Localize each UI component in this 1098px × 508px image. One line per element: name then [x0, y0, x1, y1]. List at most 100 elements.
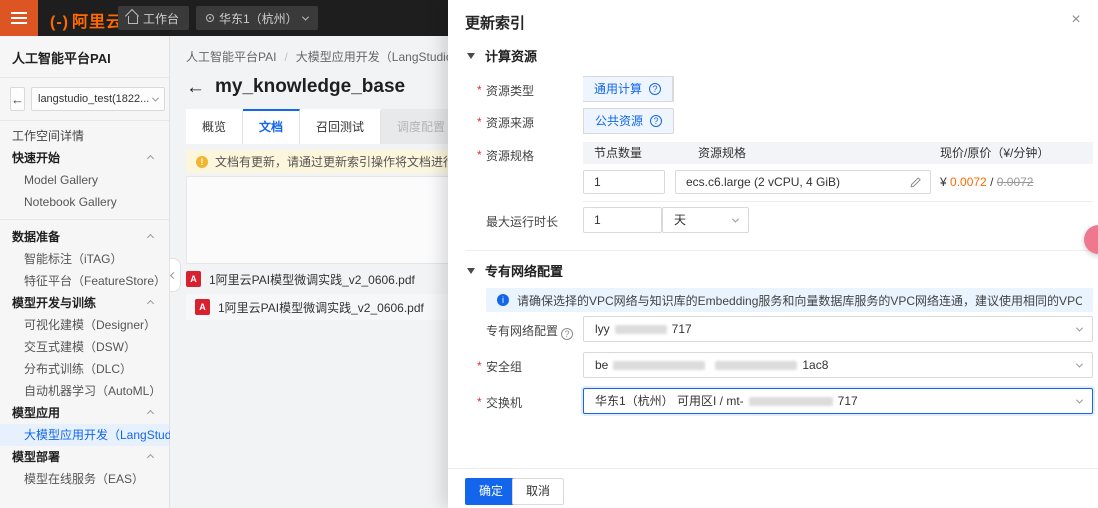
- chevron-up-icon: [147, 155, 154, 162]
- option-general-compute[interactable]: 通用计算?: [583, 76, 673, 102]
- sidebar-group-model-app[interactable]: 模型应用: [0, 402, 169, 424]
- sidebar: 人工智能平台PAI ← langstudio_test(1822... 工作空间…: [0, 36, 170, 508]
- redacted-text: [749, 397, 833, 406]
- divider: [465, 250, 1093, 251]
- home-icon: [128, 16, 138, 24]
- section-title: 计算资源: [485, 46, 537, 65]
- divider: [0, 219, 169, 220]
- update-index-drawer: 更新索引 × 计算资源 资源类型 灵骏智算? 通用计算? 资源来源 公共资源? …: [448, 0, 1098, 508]
- page-title: my_knowledge_base: [215, 76, 405, 98]
- vpc-select[interactable]: lyy717: [583, 316, 1093, 342]
- option-public-resource[interactable]: 公共资源?: [583, 108, 674, 134]
- redacted-text: [715, 361, 797, 370]
- resource-type-options: 灵骏智算? 通用计算?: [583, 76, 674, 102]
- resource-type-label: 资源类型: [486, 82, 581, 99]
- workspace-select[interactable]: langstudio_test(1822...: [31, 87, 165, 111]
- duration-unit-select[interactable]: 天: [662, 207, 749, 233]
- resource-spec-label: 资源规格: [486, 147, 581, 164]
- file-name[interactable]: 1阿里云PAI模型微调实践_v2_0606.pdf: [218, 299, 424, 316]
- tab-documents[interactable]: 文档: [243, 109, 300, 144]
- sidebar-item-workspace-details[interactable]: 工作空间详情: [0, 125, 169, 147]
- sidebar-item-notebook-gallery[interactable]: Notebook Gallery: [0, 191, 169, 213]
- max-duration-label: 最大运行时长: [486, 213, 581, 230]
- chevron-down-icon: [152, 94, 159, 101]
- sidebar-group-data-prep[interactable]: 数据准备: [0, 226, 169, 248]
- hamburger-menu-icon[interactable]: [0, 0, 38, 36]
- file-name[interactable]: 1阿里云PAI模型微调实践_v2_0606.pdf: [209, 271, 415, 288]
- vpc-label: 专有网络配置?: [486, 322, 596, 340]
- sidebar-group-quick-start[interactable]: 快速开始: [0, 147, 169, 169]
- pai-console-page: (-)阿里云 工作台 华东1（杭州） 人工智能平台PAI ← langstudi…: [0, 0, 1098, 508]
- region-label: 华东1（杭州）: [219, 10, 298, 27]
- workspace-name: langstudio_test(1822...: [38, 93, 149, 105]
- resource-source-options: 公共资源? 资源配额?: [583, 108, 673, 134]
- sidebar-item-itag[interactable]: 智能标注（iTAG）: [0, 248, 169, 270]
- confirm-button[interactable]: 确定: [465, 478, 517, 505]
- divider: [583, 201, 1093, 202]
- divider: [448, 468, 1098, 469]
- max-duration-input[interactable]: 1: [583, 207, 662, 233]
- info-icon: i: [497, 294, 509, 306]
- warning-icon: !: [196, 156, 208, 168]
- workbench-button[interactable]: 工作台: [118, 6, 189, 30]
- redacted-text: [615, 325, 667, 334]
- sidebar-item-langstudio[interactable]: 大模型应用开发（LangStudio）: [0, 424, 169, 446]
- section-title: 专有网络配置: [485, 261, 563, 280]
- sidebar-item-model-gallery[interactable]: Model Gallery: [0, 169, 169, 191]
- sidebar-item-dlc[interactable]: 分布式训练（DLC）: [0, 358, 169, 380]
- sidebar-group-model-dev[interactable]: 模型开发与训练: [0, 292, 169, 314]
- security-group-select[interactable]: be1ac8: [583, 352, 1093, 378]
- vpc-info-banner: i 请确保选择的VPC网络与知识库的Embedding服务和向量数据库服务的VP…: [486, 288, 1093, 312]
- workspace-back-button[interactable]: ←: [10, 87, 25, 111]
- question-circle-icon[interactable]: ?: [650, 115, 662, 127]
- logo-mark-icon: (-): [50, 14, 69, 31]
- edit-pencil-icon[interactable]: [910, 176, 922, 188]
- section-vpc-config[interactable]: 专有网络配置: [467, 261, 563, 280]
- redacted-text: [613, 361, 705, 370]
- vswitch-label: 交换机: [486, 394, 581, 411]
- tab-overview[interactable]: 概览: [186, 109, 243, 144]
- question-circle-icon[interactable]: ?: [649, 83, 661, 95]
- breadcrumb-pai[interactable]: 人工智能平台PAI: [186, 50, 276, 64]
- panel-collapse-handle[interactable]: [170, 258, 181, 292]
- spec-input[interactable]: ecs.c6.large (2 vCPU, 4 GiB): [675, 170, 931, 194]
- sidebar-item-designer[interactable]: 可视化建模（Designer）: [0, 314, 169, 336]
- sidebar-item-dsw[interactable]: 交互式建模（DSW）: [0, 336, 169, 358]
- sidebar-item-featurestore[interactable]: 特征平台（FeatureStore）: [0, 270, 169, 292]
- security-group-label: 安全组: [486, 358, 581, 375]
- sidebar-nav: 工作空间详情 快速开始 Model Gallery Notebook Galle…: [0, 121, 169, 490]
- back-arrow-icon[interactable]: ←: [186, 78, 205, 97]
- chevron-left-icon: [170, 271, 177, 278]
- section-compute-resources[interactable]: 计算资源: [467, 46, 537, 65]
- col-node-count: 节点数量: [594, 142, 642, 164]
- question-circle-icon[interactable]: ?: [561, 328, 573, 340]
- workbench-label: 工作台: [143, 10, 179, 27]
- chevron-up-icon: [147, 410, 154, 417]
- chevron-down-icon: [732, 216, 739, 223]
- cancel-button[interactable]: 取消: [512, 478, 564, 505]
- workspace-switcher-row: ← langstudio_test(1822...: [0, 78, 169, 121]
- sidebar-group-model-deploy[interactable]: 模型部署: [0, 446, 169, 468]
- alibaba-cloud-logo[interactable]: (-)阿里云: [50, 8, 123, 32]
- region-selector[interactable]: 华东1（杭州）: [196, 6, 318, 30]
- chevron-down-icon: [1076, 325, 1083, 332]
- location-pin-icon: [206, 14, 214, 22]
- caret-down-icon: [467, 53, 475, 59]
- breadcrumb-langstudio[interactable]: 大模型应用开发（LangStudio）: [276, 50, 464, 64]
- drawer-title: 更新索引: [465, 12, 525, 33]
- page-title-row: ← my_knowledge_base: [186, 76, 405, 98]
- node-count-input[interactable]: 1: [583, 170, 665, 194]
- tab-recall-test[interactable]: 召回测试: [300, 109, 381, 144]
- close-icon[interactable]: ×: [1066, 10, 1086, 30]
- sidebar-item-eas[interactable]: 模型在线服务（EAS）: [0, 468, 169, 490]
- sidebar-item-automl[interactable]: 自动机器学习（AutoML）: [0, 380, 169, 402]
- spec-table-header: 节点数量 资源规格 现价/原价（¥/分钟）: [583, 142, 1093, 164]
- chevron-down-icon: [302, 13, 309, 20]
- chevron-up-icon: [147, 454, 154, 461]
- chevron-down-icon: [1076, 397, 1083, 404]
- vswitch-select[interactable]: 华东1（杭州） 可用区I / mt-717: [583, 388, 1093, 414]
- pdf-icon: A: [186, 271, 201, 287]
- resource-source-label: 资源来源: [486, 114, 581, 131]
- sidebar-title: 人工智能平台PAI: [0, 36, 169, 78]
- price-text: ¥ 0.0072 / 0.0072: [940, 175, 1033, 189]
